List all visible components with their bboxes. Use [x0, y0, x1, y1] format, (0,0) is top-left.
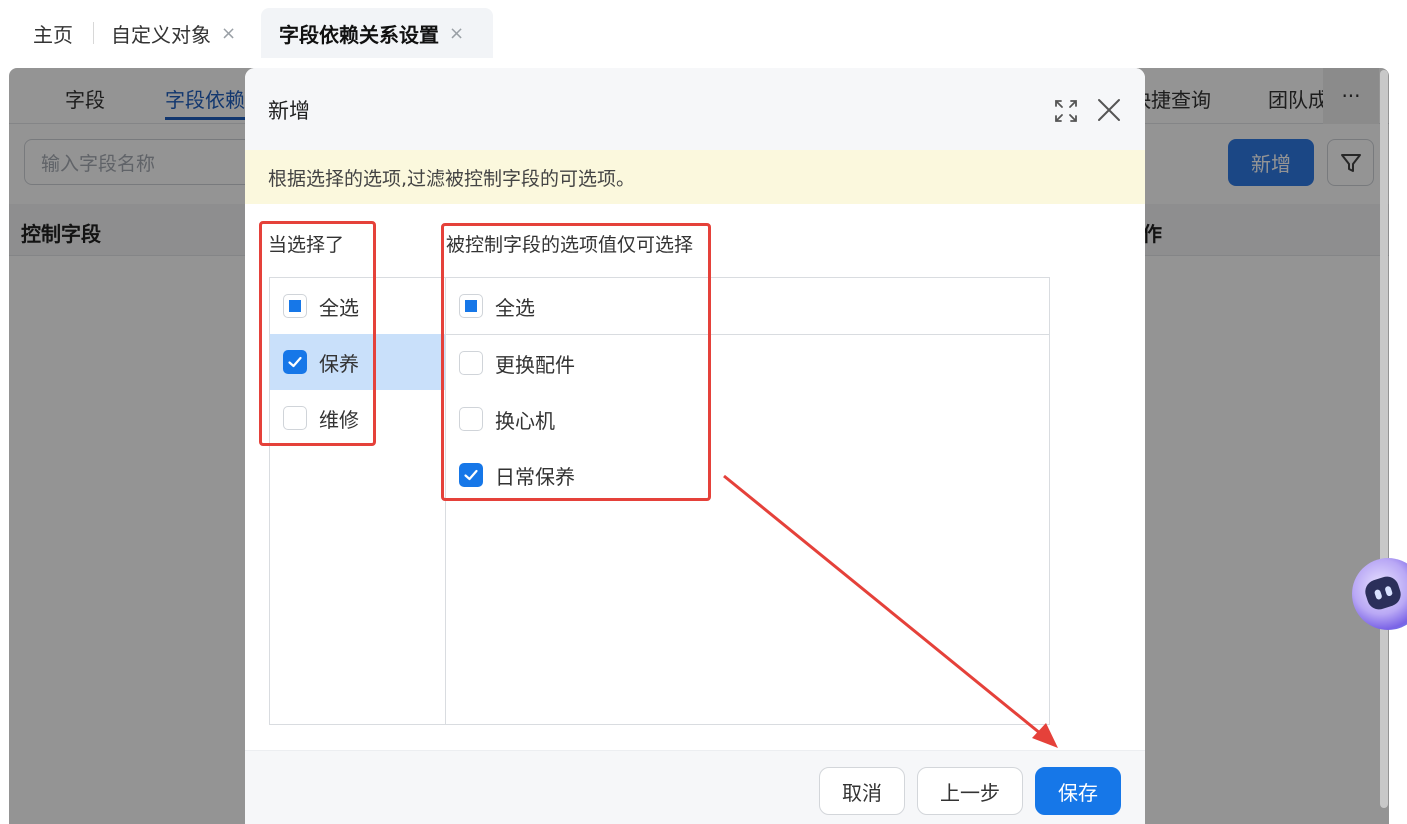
tab-home[interactable]: 主页 [33, 8, 73, 58]
tab-custom-object-label: 自定义对象 [111, 22, 211, 47]
tab-custom-object[interactable]: 自定义对象 × [111, 8, 236, 58]
robot-eye-icon [1384, 585, 1394, 597]
dialog-footer: 取消 上一步 保存 [245, 750, 1145, 824]
cancel-button[interactable]: 取消 [819, 767, 905, 815]
expand-icon[interactable] [1053, 98, 1079, 124]
annotation-box-left [259, 221, 376, 446]
close-icon[interactable] [1095, 96, 1123, 124]
notice-text: 根据选择的选项,过滤被控制字段的可选项。 [268, 167, 636, 190]
save-button[interactable]: 保存 [1035, 767, 1121, 815]
previous-step-button[interactable]: 上一步 [917, 767, 1023, 815]
top-tab-bar: 主页 自定义对象 × 字段依赖关系设置 × [0, 0, 1400, 58]
close-icon[interactable]: × [221, 23, 236, 44]
close-icon[interactable]: × [449, 23, 464, 44]
tab-field-dependency-label: 字段依赖关系设置 [279, 22, 439, 47]
dialog-title: 新增 [268, 99, 310, 123]
robot-face-icon [1362, 573, 1404, 613]
page-scrollbar[interactable] [1380, 70, 1388, 808]
dialog-header: 新增 [245, 68, 1145, 150]
tab-field-dependency[interactable]: 字段依赖关系设置 × [261, 8, 493, 58]
annotation-box-right [441, 223, 711, 501]
tab-divider [93, 22, 94, 44]
robot-eye-icon [1373, 588, 1383, 601]
info-notice: 根据选择的选项,过滤被控制字段的可选项。 [245, 150, 1145, 204]
tab-home-label: 主页 [33, 22, 73, 47]
